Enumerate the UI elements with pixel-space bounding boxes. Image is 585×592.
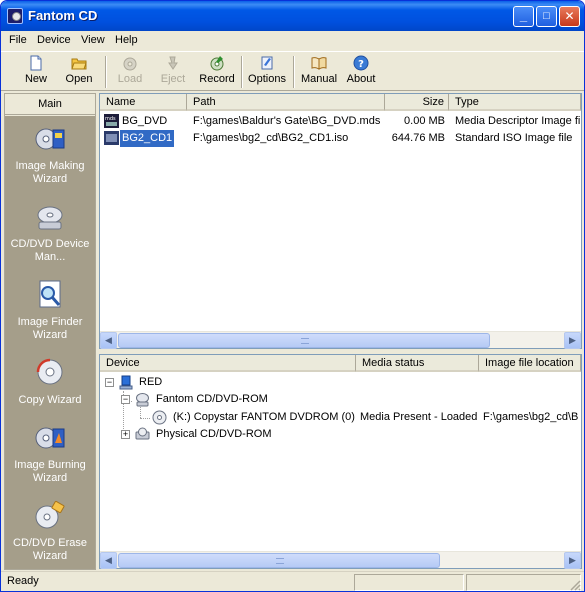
status-bar: Ready [1, 571, 584, 591]
file-list-horizontal-scrollbar[interactable]: ◀ ▶ [100, 331, 581, 349]
file-row-selected[interactable]: BG2_CD1 F:\games\bg2_cd\BG2_CD1.iso 644.… [100, 129, 581, 148]
record-button[interactable]: Record [197, 54, 237, 90]
column-header-type[interactable]: Type [449, 94, 581, 111]
collapse-icon[interactable]: − [105, 378, 114, 387]
status-panel-3 [466, 574, 581, 591]
window-title: Fantom CD [28, 8, 98, 23]
eject-button[interactable]: Eject [156, 54, 190, 90]
scroll-left-icon[interactable]: ◀ [100, 552, 117, 569]
sidebar-header[interactable]: Main [5, 94, 95, 115]
load-disc-icon [123, 57, 137, 71]
scroll-thumb[interactable] [118, 553, 440, 568]
eject-icon [168, 56, 178, 70]
app-icon [7, 8, 23, 24]
load-button[interactable]: Load [113, 54, 147, 90]
computer-icon [119, 375, 133, 390]
tree-item-root[interactable]: − RED [100, 374, 581, 391]
column-header-path[interactable]: Path [187, 94, 385, 111]
mds-file-icon: mds [104, 114, 119, 128]
cd-erase-icon [35, 500, 65, 529]
image-burning-icon [35, 427, 65, 449]
device-tree-list[interactable]: Device Media status Image file location … [99, 354, 582, 569]
fantom-drive-group-icon [136, 393, 149, 407]
about-button[interactable]: ? About [343, 54, 379, 90]
physical-drive-icon [135, 427, 150, 440]
menu-device[interactable]: Device [37, 34, 71, 46]
virtual-drive-icon [152, 410, 167, 425]
close-button[interactable]: ✕ [559, 6, 580, 27]
new-button[interactable]: New [19, 54, 53, 90]
copy-wizard-icon [36, 358, 63, 385]
options-button[interactable]: Options [247, 54, 287, 90]
toolbar: New Open Load Eject Record Options Manua… [1, 51, 584, 91]
title-bar[interactable]: Fantom CD _ □ ✕ [1, 1, 584, 31]
manual-book-icon [311, 57, 327, 70]
open-folder-icon [71, 58, 87, 70]
column-header-media-status[interactable]: Media status [356, 355, 479, 372]
image-file-list[interactable]: Name Path Size Type mds BG_DVD F:\games\… [99, 93, 582, 349]
sidebar-item-device-manager[interactable]: CD/DVD Device Man... [5, 200, 95, 264]
help-icon: ? [353, 55, 369, 71]
toolbar-separator [105, 56, 107, 88]
image-making-icon [35, 128, 65, 150]
sidebar-panel: Image Making Wizard CD/DVD Device Man...… [5, 116, 95, 569]
svg-text:mds: mds [105, 116, 116, 122]
scroll-left-icon[interactable]: ◀ [100, 332, 117, 349]
manual-button[interactable]: Manual [299, 54, 339, 90]
column-header-name[interactable]: Name [100, 94, 187, 111]
sidebar: Main Image Making Wizard CD/DVD Device M… [4, 93, 96, 570]
collapse-icon[interactable]: − [121, 395, 130, 404]
resize-grip-icon[interactable] [569, 579, 581, 591]
sidebar-item-cd-erase[interactable]: CD/DVD Erase Wizard [5, 499, 95, 563]
tree-item-fantom-drive[interactable]: (K:) Copystar FANTOM DVDROM (0) Media Pr… [100, 409, 581, 426]
scroll-thumb[interactable] [118, 333, 490, 348]
file-row[interactable]: mds BG_DVD F:\games\Baldur's Gate\BG_DVD… [100, 113, 581, 130]
cd-device-manager-icon [37, 206, 63, 230]
sidebar-item-copy-wizard[interactable]: Copy Wizard [5, 356, 95, 407]
column-header-device[interactable]: Device [100, 355, 356, 372]
device-list-horizontal-scrollbar[interactable]: ◀ ▶ [100, 551, 581, 569]
menu-bar: File Device View Help [1, 31, 584, 50]
column-header-size[interactable]: Size [385, 94, 449, 111]
sidebar-item-image-burning[interactable]: Image Burning Wizard [5, 421, 95, 485]
open-button[interactable]: Open [61, 54, 97, 90]
tree-item-fantom-group[interactable]: − Fantom CD/DVD-ROM [100, 391, 581, 408]
app-window: Fantom CD _ □ ✕ File Device View Help Ne… [0, 0, 585, 592]
svg-text:?: ? [358, 59, 364, 70]
new-file-icon [30, 55, 42, 71]
menu-file[interactable]: File [9, 34, 27, 46]
status-panel-2 [354, 574, 464, 591]
minimize-button[interactable]: _ [513, 6, 534, 27]
column-header-image-location[interactable]: Image file location [479, 355, 581, 372]
scroll-right-icon[interactable]: ▶ [564, 332, 581, 349]
scroll-right-icon[interactable]: ▶ [564, 552, 581, 569]
toolbar-separator [293, 56, 295, 88]
record-disc-icon [210, 56, 224, 71]
sidebar-item-image-making[interactable]: Image Making Wizard [5, 122, 95, 186]
image-finder-icon [39, 280, 61, 308]
tree-item-physical-group[interactable]: + Physical CD/DVD-ROM [100, 426, 581, 443]
maximize-button[interactable]: □ [536, 6, 557, 27]
menu-view[interactable]: View [81, 34, 105, 46]
menu-help[interactable]: Help [115, 34, 138, 46]
sidebar-item-image-finder[interactable]: Image Finder Wizard [5, 278, 95, 342]
options-icon [261, 56, 273, 70]
toolbar-separator [241, 56, 243, 88]
expand-icon[interactable]: + [121, 430, 130, 439]
iso-file-icon [104, 131, 119, 145]
status-text: Ready [7, 575, 39, 587]
